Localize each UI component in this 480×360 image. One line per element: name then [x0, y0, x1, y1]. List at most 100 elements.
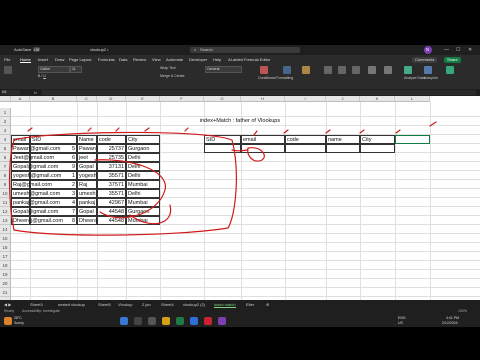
- cell[interactable]: code: [97, 135, 126, 144]
- formula-input[interactable]: [42, 90, 476, 95]
- cell[interactable]: name: [326, 135, 360, 144]
- row-header[interactable]: 7: [0, 162, 11, 171]
- column-header[interactable]: H: [241, 96, 285, 102]
- cell[interactable]: Delhi: [126, 162, 160, 171]
- cell[interactable]: Delhi: [126, 171, 160, 180]
- search-icon[interactable]: [134, 317, 142, 325]
- cell[interactable]: jeet: [77, 153, 97, 162]
- name-box[interactable]: N4: [1, 90, 20, 95]
- tab-ai-formula-editor[interactable]: AI-aided Formula Editor: [228, 57, 270, 62]
- zoom-level[interactable]: 100%: [458, 309, 467, 313]
- cell[interactable]: 2: [30, 180, 77, 189]
- cell[interactable]: pankaj: [77, 198, 97, 207]
- cell[interactable]: Pawan@gmail.com: [11, 144, 60, 153]
- cell[interactable]: pankaj@gmail.com: [11, 198, 60, 207]
- row-header[interactable]: 6: [0, 153, 11, 162]
- cell[interactable]: Gurgaon: [126, 144, 160, 153]
- cell[interactable]: Raj: [77, 180, 97, 189]
- font-name-select[interactable]: Calibri: [38, 66, 70, 73]
- cell[interactable]: Pawan: [77, 144, 97, 153]
- autopilot-icon[interactable]: [424, 66, 432, 74]
- selected-cell[interactable]: [395, 135, 430, 144]
- app-icon[interactable]: [204, 317, 212, 325]
- column-header[interactable]: F: [160, 96, 204, 102]
- find-select-icon[interactable]: [384, 66, 392, 74]
- input-cell[interactable]: [241, 144, 285, 153]
- delete-cells-icon[interactable]: [338, 66, 346, 74]
- cell[interactable]: Dheeraj: [77, 216, 98, 225]
- cell[interactable]: Dheeraj@gmail.com: [11, 216, 63, 225]
- conditional-formatting-icon[interactable]: [260, 66, 268, 74]
- column-header[interactable]: B: [30, 96, 77, 102]
- weather-icon[interactable]: [4, 317, 12, 325]
- insert-cells-icon[interactable]: [324, 66, 332, 74]
- sheet-tab[interactable]: 2 jan: [142, 302, 151, 307]
- cell-styles-icon[interactable]: [302, 66, 310, 74]
- sheet-tab[interactable]: Sheet4: [161, 302, 174, 307]
- input-cell[interactable]: [326, 144, 360, 153]
- cell[interactable]: 8: [30, 216, 77, 225]
- cell[interactable]: yogesh: [77, 171, 97, 180]
- cell[interactable]: Name: [77, 135, 97, 144]
- task-view-icon[interactable]: [148, 317, 156, 325]
- windows-start-icon[interactable]: [120, 317, 128, 325]
- tab-draw[interactable]: Draw: [55, 57, 64, 62]
- cell[interactable]: Gopal: [77, 162, 97, 171]
- tab-automate[interactable]: Automate: [166, 57, 183, 62]
- column-header[interactable]: I: [285, 96, 326, 102]
- paste-icon[interactable]: [4, 66, 12, 74]
- bold-button[interactable]: B I U: [38, 74, 46, 78]
- tab-help[interactable]: Help: [213, 57, 221, 62]
- cell[interactable]: 37571: [97, 180, 126, 189]
- sheet-tab[interactable]: nested vlookup: [58, 302, 85, 307]
- cell[interactable]: 25735: [97, 153, 126, 162]
- close-icon[interactable]: ✕: [468, 47, 472, 53]
- cell[interactable]: Gopal: [77, 207, 97, 216]
- cell[interactable]: 35571: [97, 171, 126, 180]
- cell[interactable]: 6: [30, 153, 77, 162]
- row-header[interactable]: 15: [0, 234, 11, 243]
- row-header[interactable]: 10: [0, 189, 11, 198]
- cell[interactable]: 4: [30, 198, 77, 207]
- column-header[interactable]: J: [326, 96, 360, 102]
- cell[interactable]: Raj@gmail.com: [11, 180, 52, 189]
- row-header[interactable]: 17: [0, 252, 11, 261]
- sheet-tab[interactable]: Sheet5: [98, 302, 111, 307]
- autosave-toggle[interactable]: Off: [33, 47, 41, 52]
- app-icon[interactable]: [218, 317, 226, 325]
- cell[interactable]: 9: [30, 162, 77, 171]
- row-header[interactable]: 2: [0, 117, 11, 126]
- number-format-select[interactable]: General: [205, 66, 242, 73]
- cell[interactable]: Jeet@gmail.com: [11, 153, 54, 162]
- language[interactable]: ENG: [398, 316, 406, 320]
- row-header[interactable]: 16: [0, 243, 11, 252]
- row-header[interactable]: 21: [0, 288, 11, 297]
- row-header[interactable]: 4: [0, 135, 11, 144]
- cell[interactable]: Delhi: [126, 153, 160, 162]
- cell[interactable]: Gopal@gmail.com: [11, 207, 58, 216]
- clock-time[interactable]: 4:41 PM: [446, 316, 459, 320]
- cell[interactable]: email: [11, 135, 30, 144]
- row-header[interactable]: 5: [0, 144, 11, 153]
- cell[interactable]: 25737: [97, 144, 126, 153]
- merge-center-button[interactable]: Merge & Center: [160, 74, 185, 78]
- font-size-select[interactable]: 11: [70, 66, 82, 73]
- row-header[interactable]: 18: [0, 261, 11, 270]
- excel-taskbar-icon[interactable]: [176, 317, 184, 325]
- input-cell[interactable]: [204, 144, 241, 153]
- tab-review[interactable]: Review: [133, 57, 146, 62]
- cell[interactable]: 44548: [97, 207, 126, 216]
- row-header[interactable]: 20: [0, 279, 11, 288]
- column-header[interactable]: D: [97, 96, 126, 102]
- column-header[interactable]: L: [395, 96, 430, 102]
- tab-file[interactable]: File: [4, 57, 10, 62]
- cell[interactable]: code: [285, 135, 326, 144]
- column-header[interactable]: E: [126, 96, 160, 102]
- tab-formulas[interactable]: Formulas: [98, 57, 115, 62]
- edge-icon[interactable]: [190, 317, 198, 325]
- analyze-data-icon[interactable]: [404, 66, 412, 74]
- fx-label[interactable]: fx: [34, 90, 37, 95]
- row-header[interactable]: 14: [0, 225, 11, 234]
- sheet-tab[interactable]: Elter: [246, 302, 254, 307]
- avatar[interactable]: N: [424, 46, 432, 54]
